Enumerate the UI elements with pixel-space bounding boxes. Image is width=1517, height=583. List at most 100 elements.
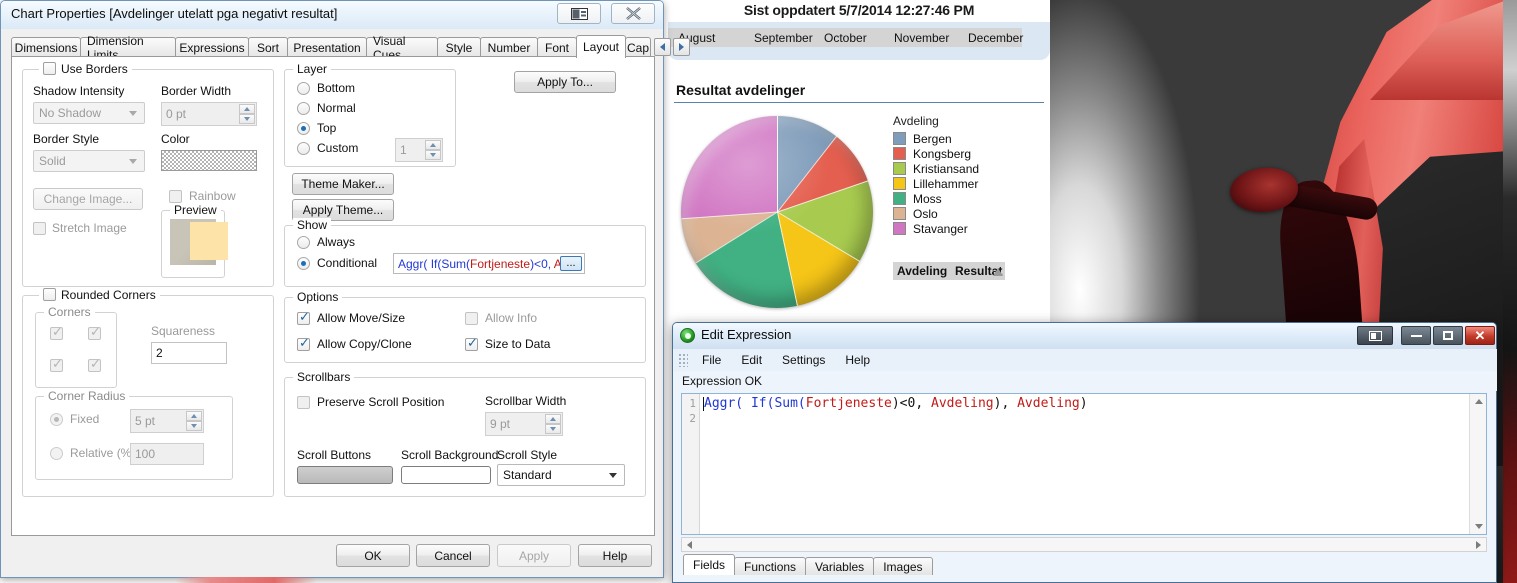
spin-down-button[interactable]	[186, 421, 202, 431]
scroll-style-combo[interactable]: Standard	[497, 464, 625, 486]
close-icon[interactable]: ✕	[1465, 326, 1495, 345]
editor-horizontal-scrollbar[interactable]	[681, 537, 1487, 552]
scroll-buttons-color-swatch[interactable]	[297, 466, 393, 484]
conditional-expression-input[interactable]: Aggr( If(Sum(Fortjeneste)<0, Avde ...	[393, 253, 585, 274]
preserve-scroll-position-checkbox[interactable]	[297, 396, 310, 409]
scroll-left-button[interactable]	[682, 538, 697, 551]
allow-info-checkbox[interactable]	[465, 312, 478, 325]
spin-up-button[interactable]	[186, 411, 202, 421]
source-tab-fields[interactable]: Fields	[683, 554, 736, 575]
close-icon[interactable]	[611, 3, 655, 24]
scroll-background-color-swatch[interactable]	[401, 466, 491, 484]
pie-chart[interactable]	[681, 116, 873, 308]
size-to-data-checkbox[interactable]: ✓	[465, 337, 478, 351]
legend-item[interactable]: Kongsberg	[893, 146, 1043, 161]
minimize-icon[interactable]	[1401, 326, 1431, 345]
allow-move-size-checkbox[interactable]: ✓	[297, 311, 310, 325]
rainbow-checkbox[interactable]	[169, 190, 182, 203]
menubar-grip-icon[interactable]	[678, 353, 688, 367]
menu-file[interactable]: File	[692, 353, 731, 367]
help-button[interactable]: Help	[578, 544, 652, 567]
theme-maker-button[interactable]: Theme Maker...	[292, 173, 394, 195]
listbox-item-september[interactable]: September	[744, 31, 814, 45]
spin-down-button[interactable]	[545, 424, 561, 434]
show-radio-conditional[interactable]	[297, 257, 310, 270]
source-tab-images[interactable]: Images	[873, 557, 933, 575]
legend-item[interactable]: Moss	[893, 191, 1043, 206]
chart-properties-tabstrip[interactable]: Dimensions Dimension Limits Expressions Sor…	[11, 34, 690, 62]
show-radio-always[interactable]	[297, 236, 310, 249]
column-header-resultat[interactable]: Resultat	[955, 264, 1005, 278]
spin-up-button[interactable]	[425, 140, 441, 150]
column-header-avdeling[interactable]: Avdeling	[893, 264, 955, 278]
source-tab-functions[interactable]: Functions	[734, 557, 807, 575]
expression-code[interactable]: Aggr( If(Sum(Fortjeneste)<0, Avdeling), …	[704, 396, 1468, 411]
scrollbar-width-spin-buttons[interactable]	[545, 414, 561, 434]
spin-down-button[interactable]	[239, 114, 255, 124]
layer-radio-top[interactable]	[297, 122, 310, 135]
pie-chart-slices[interactable]	[681, 116, 873, 308]
tab-presentation[interactable]: Presentation	[287, 37, 367, 57]
corner-checkbox-bottom-left[interactable]: ✓	[50, 358, 63, 372]
tab-sort[interactable]: Sort	[248, 37, 288, 57]
tab-visual-cues[interactable]: Visual Cues	[366, 34, 438, 62]
corner-radius-fixed-radio[interactable]	[50, 413, 63, 426]
legend-item[interactable]: Stavanger	[893, 221, 1043, 236]
tab-expressions[interactable]: Expressions	[175, 37, 249, 57]
maximize-icon[interactable]	[1433, 326, 1463, 345]
spin-down-button[interactable]	[425, 150, 441, 160]
ok-button[interactable]: OK	[336, 544, 410, 567]
border-style-combo[interactable]: Solid	[33, 150, 145, 172]
tab-layout[interactable]: Layout	[576, 35, 626, 58]
tab-font[interactable]: Font	[537, 37, 577, 57]
edit-expression-menubar[interactable]: File Edit Settings Help	[674, 349, 1497, 371]
apply-button[interactable]: Apply	[497, 544, 571, 567]
layer-radio-normal[interactable]	[297, 102, 310, 115]
listbox-item-december[interactable]: December	[958, 31, 1023, 45]
menu-settings[interactable]: Settings	[772, 353, 835, 367]
scrollbar-width-spinner[interactable]: 9 pt	[485, 412, 563, 436]
use-borders-checkbox[interactable]	[43, 62, 56, 75]
corner-checkbox-top-right[interactable]: ✓	[88, 326, 101, 340]
border-width-spinner[interactable]: 0 pt	[161, 102, 257, 126]
chart-properties-titlebar[interactable]: Chart Properties [Avdelinger utelatt pga…	[1, 1, 663, 29]
stretch-image-checkbox[interactable]	[33, 222, 46, 235]
shadow-intensity-combo[interactable]: No Shadow	[33, 102, 145, 124]
layer-radio-custom[interactable]	[297, 142, 310, 155]
corner-radius-relative-radio[interactable]	[50, 447, 63, 460]
allow-copy-clone-checkbox[interactable]: ✓	[297, 337, 310, 351]
tabstrip-scroll-left-button[interactable]	[654, 38, 671, 56]
editor-vertical-scrollbar[interactable]	[1469, 394, 1486, 534]
open-expression-editor-button[interactable]: ...	[560, 256, 582, 271]
legend-item[interactable]: Lillehammer	[893, 176, 1043, 191]
scroll-right-button[interactable]	[1471, 538, 1486, 551]
corner-radius-relative-input[interactable]: 100	[130, 443, 204, 465]
scroll-up-button[interactable]	[1470, 394, 1487, 409]
month-listbox[interactable]: August September October November Decemb…	[668, 28, 1023, 47]
layer-radio-bottom[interactable]	[297, 82, 310, 95]
expression-source-tabs[interactable]: Fields Functions Variables Images	[683, 554, 933, 575]
legend-item[interactable]: Kristiansand	[893, 161, 1043, 176]
menu-help[interactable]: Help	[835, 353, 880, 367]
listbox-item-november[interactable]: November	[884, 31, 958, 45]
tab-dimensions[interactable]: Dimensions	[11, 37, 81, 57]
scroll-down-button[interactable]	[1470, 519, 1487, 534]
expression-editor[interactable]: 12 Aggr( If(Sum(Fortjeneste)<0, Avdeling…	[681, 393, 1487, 535]
tab-number[interactable]: Number	[480, 37, 538, 57]
corner-checkbox-bottom-right[interactable]: ✓	[88, 358, 101, 372]
corner-checkbox-top-left[interactable]: ✓	[50, 326, 63, 340]
tab-dimension-limits[interactable]: Dimension Limits	[80, 34, 176, 62]
change-image-button[interactable]: Change Image...	[33, 188, 143, 210]
legend-item[interactable]: Oslo	[893, 206, 1043, 221]
cancel-button[interactable]: Cancel	[416, 544, 490, 567]
edit-expression-titlebar[interactable]: Edit Expression ✕	[673, 323, 1496, 349]
rounded-corners-checkbox[interactable]	[43, 288, 56, 301]
spin-up-button[interactable]	[239, 104, 255, 114]
border-width-spin-buttons[interactable]	[239, 104, 255, 124]
window-layout-icon[interactable]	[1357, 326, 1393, 345]
legend-item[interactable]: Bergen	[893, 131, 1043, 146]
tabstrip-scroll-right-button[interactable]	[673, 38, 690, 56]
corner-radius-fixed-spinner[interactable]: 5 pt	[130, 409, 204, 433]
listbox-item-october[interactable]: October	[814, 31, 884, 45]
apply-to-button[interactable]: Apply To...	[514, 71, 616, 93]
